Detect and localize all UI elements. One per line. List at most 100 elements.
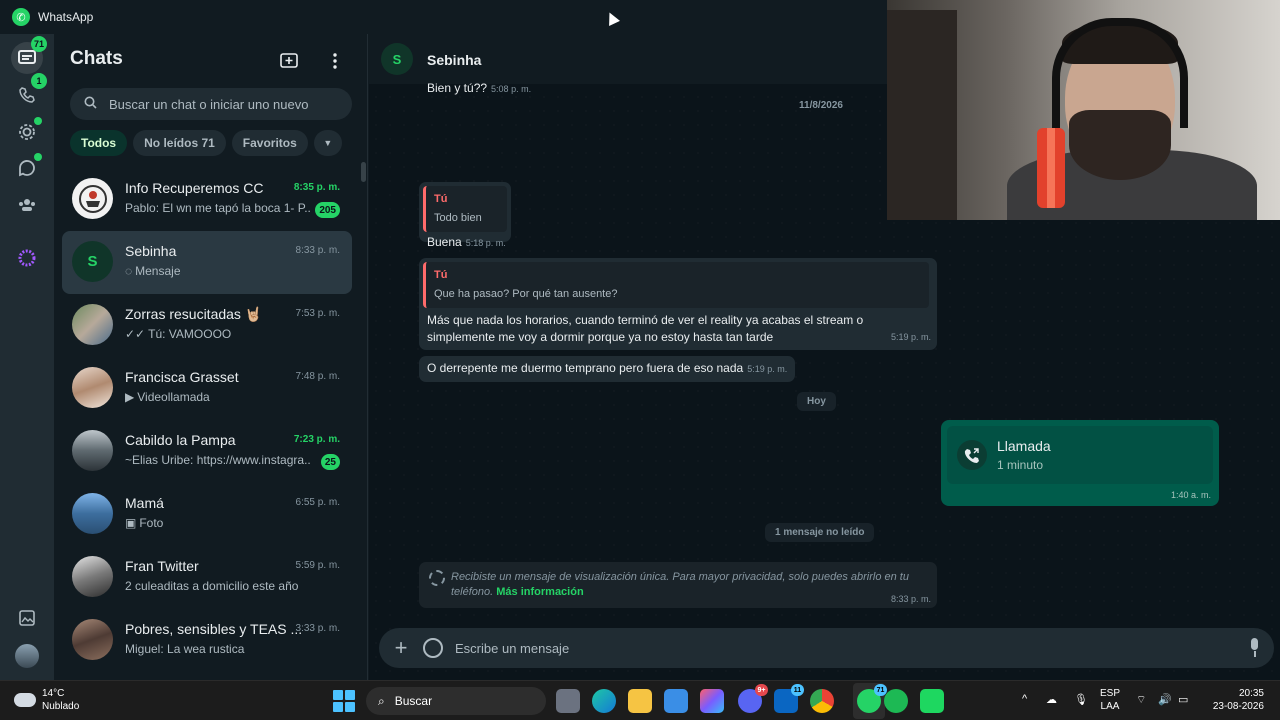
chat-item-zorras-resucitadas[interactable]: Zorras resucitadas 🤘🏼 7:53 p. m. ✓✓ Tú: V… — [62, 294, 352, 357]
filter-unread[interactable]: No leídos 71 — [133, 130, 226, 156]
contact-name[interactable]: Sebinha — [427, 52, 481, 68]
avatar — [72, 304, 113, 345]
onedrive-cloud-icon[interactable]: ☁ — [1046, 693, 1057, 706]
filter-favorites[interactable]: Favoritos — [231, 130, 308, 156]
linkedin-icon[interactable]: 11 — [774, 684, 804, 713]
menu-dots-icon[interactable] — [324, 50, 346, 72]
copilot-icon[interactable] — [700, 689, 724, 713]
chat-list-scrollbar[interactable] — [361, 162, 366, 182]
wifi-icon[interactable]: ⌔ — [1136, 693, 1146, 707]
windows-start-icon[interactable] — [333, 690, 355, 712]
chat-preview: Miguel: La wea rustica — [125, 642, 245, 656]
meta-ai-icon[interactable] — [11, 242, 43, 274]
chat-preview-text: Videollamada — [137, 390, 210, 404]
quoted-message[interactable]: Tú Que ha pasao? Por qué tan ausente? — [423, 262, 929, 308]
chat-item-sebinha[interactable]: S Sebinha 8:33 p. m. ◌ Mensaje — [62, 231, 352, 294]
message-time: 1:40 a. m. — [1170, 490, 1211, 500]
read-checks-icon: ✓✓ — [125, 327, 146, 341]
windows-taskbar: 14°C Nublado ⌕ Buscar 9+ 11 71 ^ ☁ 🎙 ESP… — [0, 680, 1280, 720]
chat-item-francisca-grasset[interactable]: Francisca Grasset 7:48 p. m. ▶ Videollama… — [62, 357, 352, 420]
weather-desc: Nublado — [42, 701, 80, 712]
task-view-icon[interactable] — [556, 689, 580, 713]
chat-item-cabildo-la-pampa[interactable]: Cabildo la Pampa 7:23 p. m. ~Elias Uribe… — [62, 420, 352, 483]
weather-temp: 14°C — [42, 688, 65, 699]
quoted-message[interactable]: Tú Todo bien — [423, 186, 507, 232]
chrome-icon[interactable] — [810, 689, 834, 713]
message-incoming[interactable]: O derrepente me duermo temprano pero fue… — [419, 356, 796, 382]
sticker-emoji-icon[interactable] — [423, 638, 443, 658]
chat-name: Zorras resucitadas 🤘🏼 — [125, 306, 263, 322]
chat-item-fran-twitter[interactable]: Fran Twitter 5:59 p. m. 2 culeaditas a d… — [62, 546, 352, 609]
tray-expand-chevron-icon[interactable]: ^ — [1022, 693, 1027, 705]
message-text: Buena — [427, 235, 462, 249]
chat-preview: ▶ Videollamada — [125, 390, 310, 404]
webcam-microphone-light — [1047, 128, 1055, 208]
new-chat-icon[interactable] — [278, 50, 300, 72]
call-card[interactable]: Llamada 1 minuto — [947, 426, 1213, 484]
attach-plus-icon[interactable]: + — [389, 635, 413, 660]
weather-widget[interactable]: 14°C Nublado — [14, 687, 79, 713]
microphone-icon[interactable] — [1248, 638, 1260, 658]
more-info-link[interactable]: Más información — [496, 586, 583, 598]
media-icon[interactable] — [11, 602, 43, 634]
chat-time: 7:23 p. m. — [293, 434, 340, 445]
edge-browser-icon[interactable] — [592, 689, 616, 713]
microphone-tray-icon[interactable]: 🎙 — [1074, 693, 1088, 706]
phone-call-icon — [957, 440, 987, 470]
chat-list-panel: Chats Todos No leídos 71 Favoritos ▼ Inf… — [54, 34, 368, 680]
message-incoming-reply[interactable]: Tú Que ha pasao? Por qué tan ausente? Má… — [419, 258, 937, 350]
chat-preview: ~Elias Uribe: https://www.instagra... — [125, 453, 310, 467]
keyboard-layout: LAA — [1100, 701, 1120, 712]
message-time: 8:33 p. m. — [890, 594, 931, 604]
date-separator: 11/8/2026 — [799, 100, 843, 111]
microsoft-store-icon[interactable] — [664, 689, 688, 713]
contact-avatar[interactable]: S — [381, 43, 413, 75]
spotify-icon[interactable] — [884, 689, 908, 713]
message-time: 5:19 p. m. — [747, 364, 788, 374]
chats-icon[interactable]: 71 — [11, 36, 47, 74]
chat-preview: ▣ Foto — [125, 516, 310, 530]
weather-text: 14°C Nublado — [42, 687, 79, 713]
chats-title: Chats — [70, 48, 123, 69]
file-explorer-icon[interactable] — [628, 689, 652, 713]
input-language[interactable]: ESP LAA — [1100, 687, 1120, 713]
filter-all[interactable]: Todos — [70, 130, 128, 156]
message-incoming[interactable]: Bien y tú?? 5:08 p. m. — [419, 78, 539, 100]
profile-avatar[interactable] — [15, 644, 39, 668]
chat-name: Francisca Grasset — [125, 369, 239, 385]
whatsapp-taskbar-icon[interactable]: 71 — [857, 684, 887, 713]
view-once-icon — [429, 570, 445, 586]
chat-item-pobres-sensibles[interactable]: Pobres, sensibles y TEAS ... 3:33 p. m. … — [62, 609, 352, 672]
chat-item-mama[interactable]: Mamá 6:55 p. m. ▣ Foto — [62, 483, 352, 546]
communities-icon[interactable] — [11, 189, 43, 221]
message-text: Más que nada los horarios, cuando termin… — [427, 313, 864, 344]
call-message-outgoing[interactable]: Llamada 1 minuto 1:40 a. m. — [941, 420, 1219, 506]
chat-app-icon[interactable] — [920, 689, 944, 713]
quote-text: Todo bien — [434, 212, 482, 224]
filter-more-chevron-down-icon[interactable]: ▼ — [313, 130, 342, 156]
chat-item-info-recuperemos[interactable]: Info Recuperemos CC 8:35 p. m. Pablo: El… — [62, 168, 352, 231]
battery-icon[interactable]: ▭ — [1178, 693, 1188, 706]
quote-text: Que ha pasao? Por qué tan ausente? — [434, 288, 618, 300]
phone-icon[interactable]: 1 — [11, 73, 47, 111]
search-bar — [70, 88, 352, 120]
channels-icon[interactable] — [11, 152, 43, 184]
chat-list: Info Recuperemos CC 8:35 p. m. Pablo: El… — [62, 168, 352, 672]
cloud-icon — [14, 693, 36, 707]
chat-preview: ✓✓ Tú: VAMOOOO — [125, 327, 310, 341]
quote-author: Tú — [434, 269, 448, 281]
webcam-overlay — [887, 0, 1280, 220]
chat-name: Sebinha — [125, 243, 177, 259]
message-incoming[interactable]: Buena 5:18 p. m. — [419, 232, 514, 254]
taskbar-search[interactable]: ⌕ Buscar — [366, 687, 546, 715]
system-clock[interactable]: 20:35 23-08-2026 — [1202, 687, 1264, 713]
clock-date: 23-08-2026 — [1212, 701, 1264, 712]
discord-icon[interactable]: 9+ — [738, 684, 768, 713]
search-input[interactable] — [109, 96, 339, 112]
status-icon[interactable] — [11, 116, 43, 148]
volume-icon[interactable]: 🔊 — [1158, 693, 1172, 706]
message-input[interactable] — [455, 638, 1215, 658]
message-time: 5:18 p. m. — [465, 238, 506, 248]
view-once-message[interactable]: Recibiste un mensaje de visualización ún… — [419, 562, 937, 608]
window-title: WhatsApp — [38, 10, 94, 24]
